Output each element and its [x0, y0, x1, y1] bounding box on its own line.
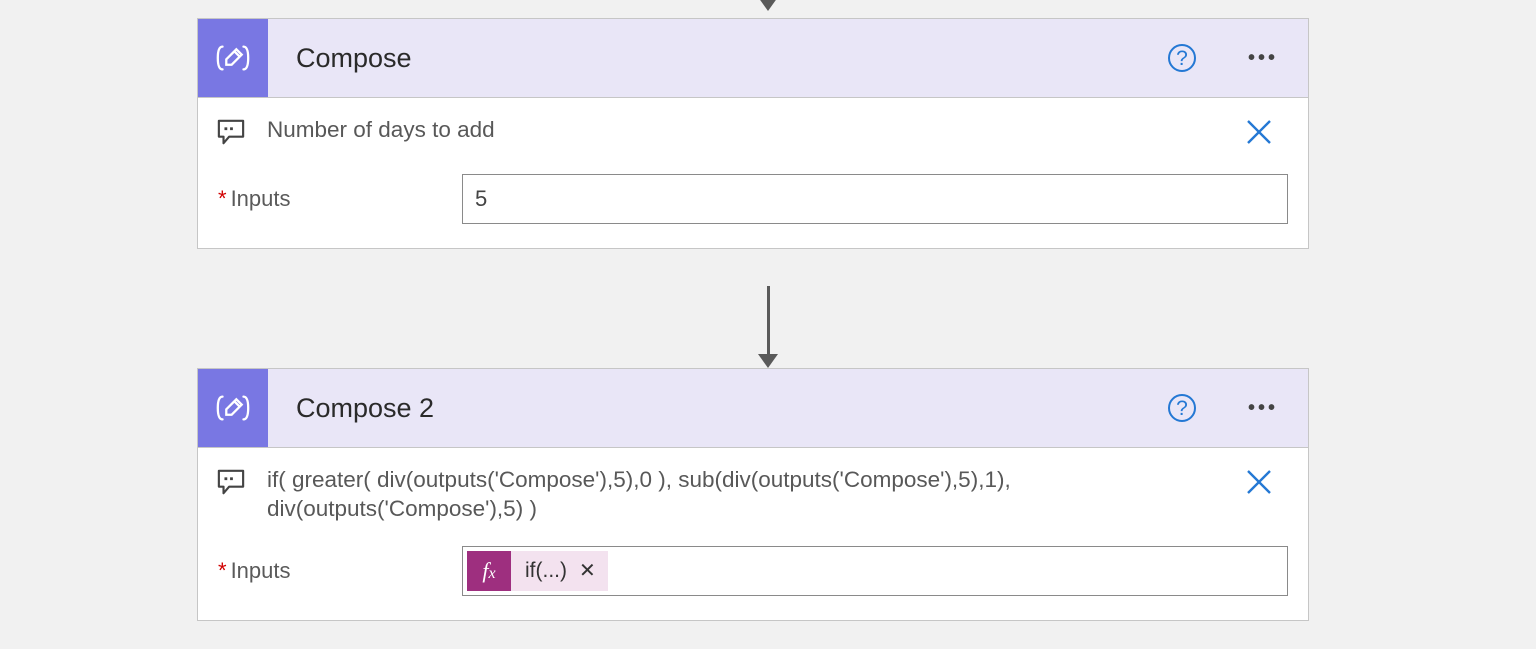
compose-action-icon: [198, 369, 268, 447]
required-star-icon: *: [218, 186, 227, 211]
inputs-field[interactable]: 5: [462, 174, 1288, 224]
more-menu-icon[interactable]: •••: [1248, 397, 1278, 420]
action-card-compose: Compose ? ••• Number of days to add: [197, 18, 1309, 249]
expression-token[interactable]: fx if(...) ✕: [467, 551, 608, 591]
arrow-down-icon: [758, 0, 778, 11]
close-comment-button[interactable]: [1244, 116, 1278, 152]
comment-icon: [216, 116, 249, 151]
compose-action-icon: [198, 19, 268, 97]
fx-icon: fx: [467, 551, 511, 591]
comment-text: if( greater( div(outputs('Compose'),5),0…: [267, 466, 1226, 524]
inputs-row: *Inputs fx if(...) ✕: [198, 524, 1308, 620]
connector-arrow-top: [753, 0, 783, 11]
connector-arrow: [753, 286, 783, 368]
inputs-label: *Inputs: [214, 186, 462, 212]
remove-token-icon[interactable]: ✕: [573, 558, 608, 583]
comment-row: Number of days to add: [198, 98, 1308, 152]
required-star-icon: *: [218, 558, 227, 583]
comment-icon: [216, 466, 249, 501]
comment-text: Number of days to add: [267, 116, 1226, 145]
card-header[interactable]: Compose 2 ? •••: [198, 369, 1308, 447]
card-header[interactable]: Compose ? •••: [198, 19, 1308, 97]
help-icon[interactable]: ?: [1168, 44, 1196, 72]
arrow-down-icon: [758, 354, 778, 368]
more-menu-icon[interactable]: •••: [1248, 47, 1278, 70]
comment-row: if( greater( div(outputs('Compose'),5),0…: [198, 448, 1308, 524]
close-comment-button[interactable]: [1244, 466, 1278, 502]
help-icon[interactable]: ?: [1168, 394, 1196, 422]
action-card-compose-2: Compose 2 ? ••• if( greater( div(outputs…: [197, 368, 1309, 621]
inputs-label: *Inputs: [214, 558, 462, 584]
inputs-row: *Inputs 5: [198, 152, 1308, 248]
token-text: if(...): [511, 559, 573, 583]
card-title: Compose: [296, 43, 412, 74]
inputs-field[interactable]: fx if(...) ✕: [462, 546, 1288, 596]
card-title: Compose 2: [296, 393, 434, 424]
